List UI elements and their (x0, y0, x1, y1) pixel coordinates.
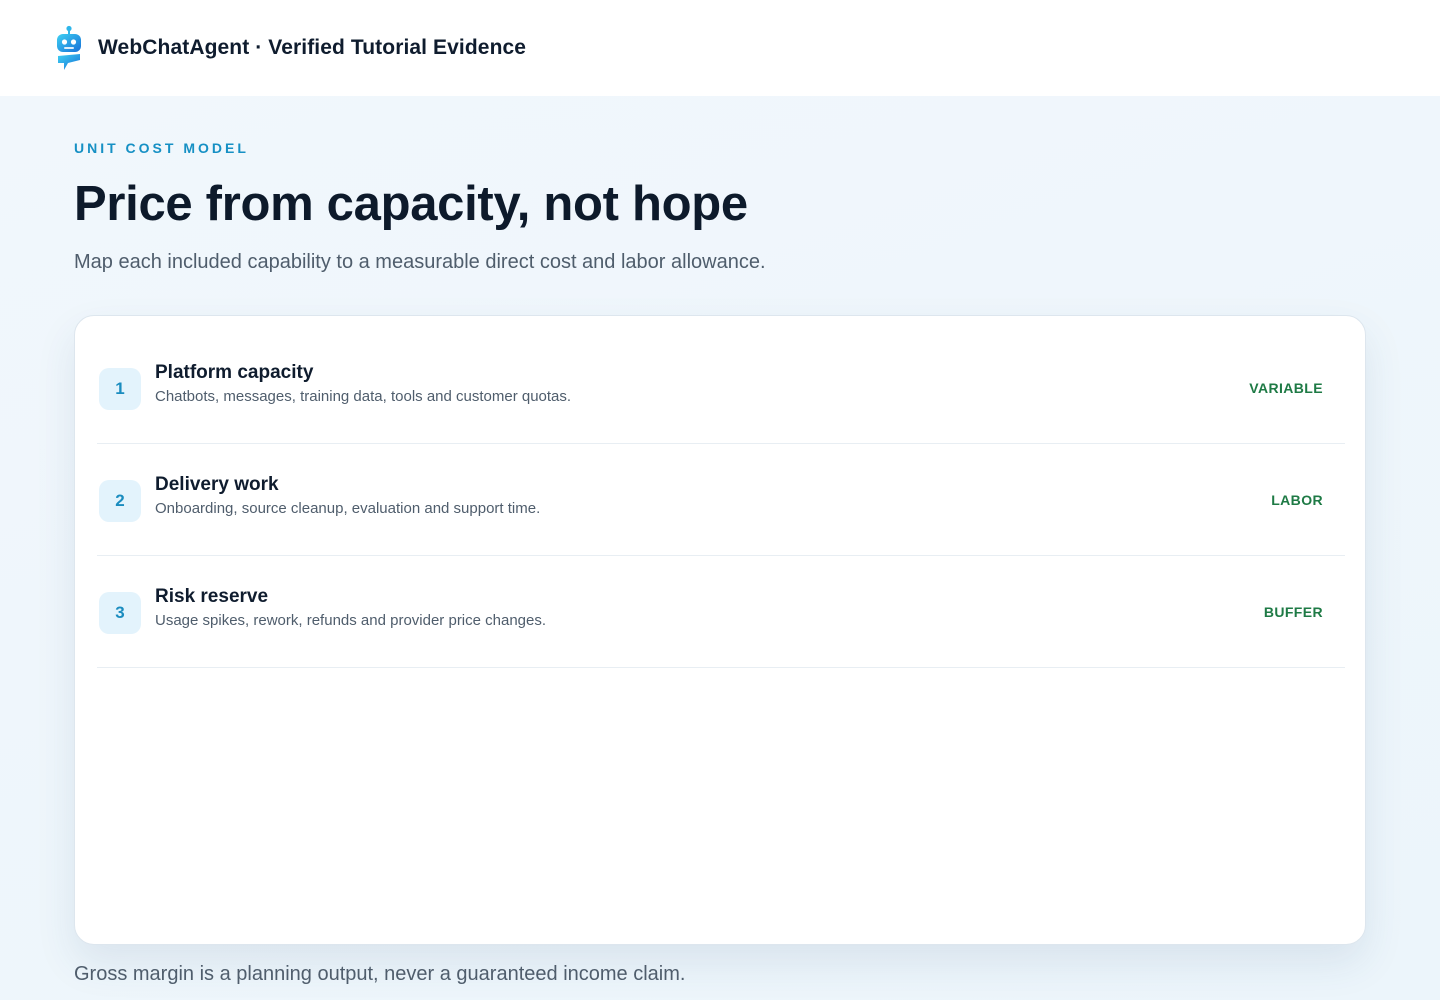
item-title: Risk reserve (155, 586, 269, 607)
step-number-badge: 3 (99, 592, 141, 634)
item-title: Delivery work (155, 474, 279, 495)
item-description: Onboarding, source cleanup, evaluation a… (155, 500, 541, 517)
item-description: Chatbots, messages, training data, tools… (155, 388, 572, 405)
list-item: 3 Risk reserve Usage spikes, rework, ref… (97, 556, 1345, 668)
cost-list-card: 1 Platform capacity Chatbots, messages, … (74, 315, 1366, 945)
item-title: Platform capacity (155, 362, 314, 383)
step-number-badge: 1 (99, 368, 141, 410)
list-item: 2 Delivery work Onboarding, source clean… (97, 444, 1345, 556)
cost-type-tag: VARIABLE (1249, 380, 1323, 396)
list-item: 1 Platform capacity Chatbots, messages, … (97, 332, 1345, 444)
cost-type-tag: BUFFER (1263, 604, 1323, 620)
footnote-disclaimer: Gross margin is a planning output, never… (74, 963, 686, 985)
brand-title: WebChatAgent · Verified Tutorial Evidenc… (98, 36, 527, 59)
robot-chat-icon (57, 25, 81, 70)
section-eyebrow: UNIT COST MODEL (74, 140, 249, 156)
item-description: Usage spikes, rework, refunds and provid… (155, 612, 547, 629)
page-subtitle: Map each included capability to a measur… (74, 251, 766, 273)
step-number-badge: 2 (99, 480, 141, 522)
page-title: Price from capacity, not hope (74, 177, 748, 231)
top-bar: WebChatAgent · Verified Tutorial Evidenc… (0, 0, 1440, 96)
cost-type-tag: LABOR (1271, 492, 1323, 508)
